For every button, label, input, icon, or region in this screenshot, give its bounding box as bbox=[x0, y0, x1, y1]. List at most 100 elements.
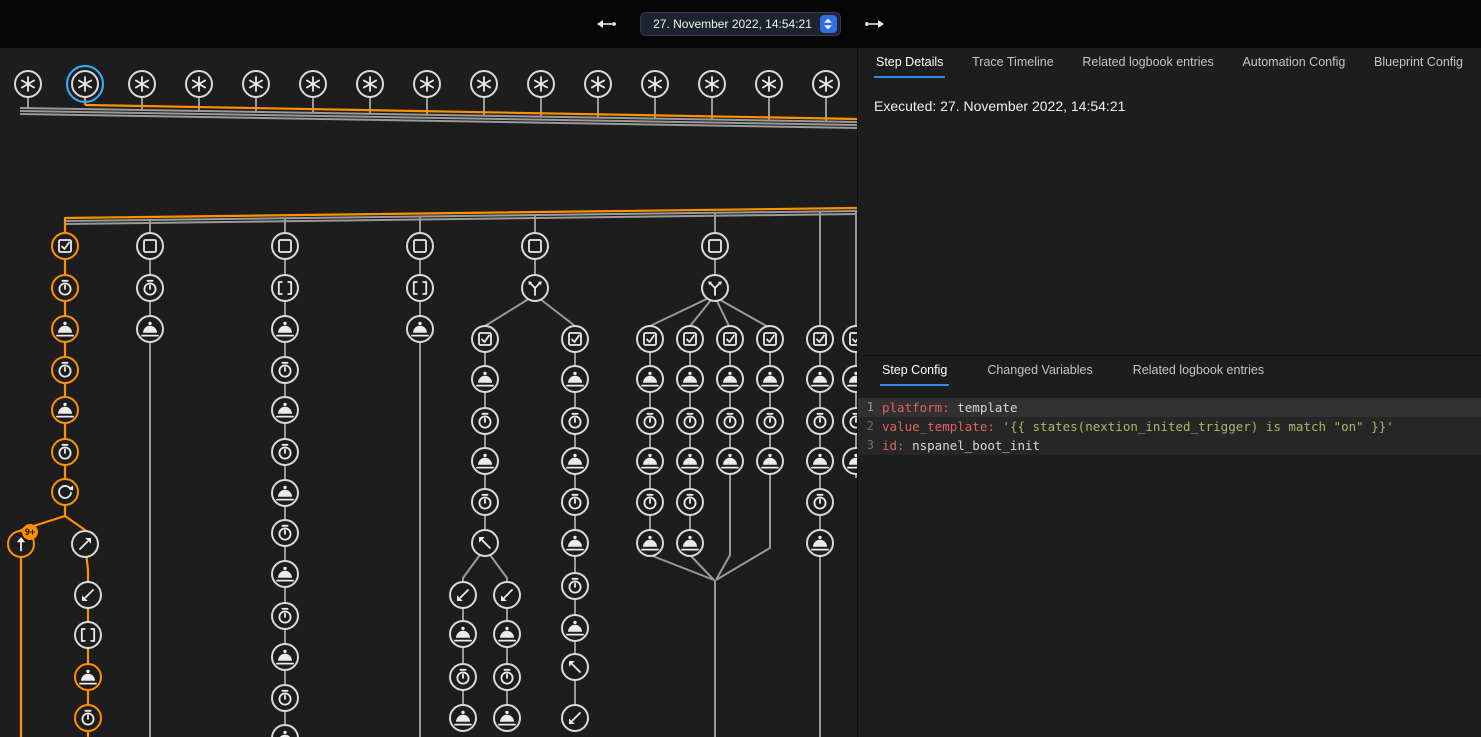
node-service[interactable] bbox=[52, 397, 78, 423]
node-service[interactable] bbox=[717, 366, 743, 392]
node-service[interactable] bbox=[562, 366, 588, 392]
node-checkbox-marked[interactable] bbox=[843, 326, 857, 352]
tab-automation-config[interactable]: Automation Config bbox=[1240, 48, 1347, 78]
node-timer[interactable] bbox=[272, 603, 298, 629]
node-timer[interactable] bbox=[272, 357, 298, 383]
node-timer[interactable] bbox=[757, 408, 783, 434]
node-asterisk[interactable] bbox=[15, 71, 41, 97]
node-timer[interactable] bbox=[562, 489, 588, 515]
node-split[interactable] bbox=[702, 275, 728, 301]
node-service[interactable] bbox=[562, 448, 588, 474]
node-timer[interactable] bbox=[807, 408, 833, 434]
node-timer[interactable] bbox=[494, 664, 520, 690]
trace-selector[interactable]: 27. November 2022, 14:54:21 bbox=[640, 12, 841, 36]
node-arrow-up-left[interactable] bbox=[472, 530, 498, 556]
node-checkbox-marked[interactable] bbox=[52, 233, 78, 259]
tab-related-logbook-entries[interactable]: Related logbook entries bbox=[1131, 356, 1266, 386]
node-timer[interactable] bbox=[137, 275, 163, 301]
node-checkbox-blank[interactable] bbox=[272, 233, 298, 259]
next-trace-button[interactable] bbox=[861, 10, 889, 38]
node-timer[interactable] bbox=[52, 357, 78, 383]
node-service[interactable] bbox=[450, 705, 476, 731]
node-timer[interactable] bbox=[272, 439, 298, 465]
node-asterisk[interactable] bbox=[129, 71, 155, 97]
node-service[interactable] bbox=[272, 480, 298, 506]
node-arrow-up-left[interactable] bbox=[562, 654, 588, 680]
node-service[interactable] bbox=[677, 448, 703, 474]
node-service[interactable] bbox=[637, 530, 663, 556]
node-asterisk[interactable] bbox=[67, 66, 103, 102]
node-service[interactable] bbox=[677, 366, 703, 392]
node-service[interactable] bbox=[272, 725, 298, 737]
node-timer[interactable] bbox=[272, 685, 298, 711]
node-timer[interactable] bbox=[717, 408, 743, 434]
node-checkbox-blank[interactable] bbox=[137, 233, 163, 259]
node-service[interactable] bbox=[807, 366, 833, 392]
node-service[interactable] bbox=[757, 448, 783, 474]
node-checkbox-marked[interactable] bbox=[717, 326, 743, 352]
node-service[interactable] bbox=[494, 621, 520, 647]
node-service[interactable] bbox=[562, 615, 588, 641]
node-asterisk[interactable] bbox=[300, 71, 326, 97]
node-asterisk[interactable] bbox=[414, 71, 440, 97]
node-arrow-down-left[interactable] bbox=[494, 582, 520, 608]
node-checkbox-blank[interactable] bbox=[702, 233, 728, 259]
node-timer[interactable] bbox=[472, 408, 498, 434]
node-service[interactable] bbox=[807, 448, 833, 474]
node-timer[interactable] bbox=[52, 275, 78, 301]
node-arrow-up-right[interactable] bbox=[72, 531, 98, 557]
node-service[interactable] bbox=[52, 316, 78, 342]
node-timer[interactable] bbox=[272, 520, 298, 546]
node-service[interactable] bbox=[472, 448, 498, 474]
node-timer[interactable] bbox=[472, 489, 498, 515]
node-service[interactable] bbox=[637, 366, 663, 392]
code-line-1[interactable]: 1platform: template bbox=[858, 398, 1481, 417]
tab-step-config[interactable]: Step Config bbox=[880, 356, 949, 386]
node-service[interactable] bbox=[757, 366, 783, 392]
node-service[interactable] bbox=[843, 448, 857, 474]
node-timer[interactable] bbox=[637, 489, 663, 515]
node-service[interactable] bbox=[450, 621, 476, 647]
previous-trace-button[interactable] bbox=[592, 10, 620, 38]
node-service[interactable] bbox=[843, 366, 857, 392]
node-brackets[interactable] bbox=[75, 622, 101, 648]
node-arrow-down-left[interactable] bbox=[562, 705, 588, 731]
node-asterisk[interactable] bbox=[756, 71, 782, 97]
code-line-2[interactable]: 2value_template: '{{ states(nextion_init… bbox=[858, 417, 1481, 436]
node-service[interactable] bbox=[75, 664, 101, 690]
node-asterisk[interactable] bbox=[357, 71, 383, 97]
node-checkbox-marked[interactable] bbox=[757, 326, 783, 352]
node-asterisk[interactable] bbox=[585, 71, 611, 97]
node-service[interactable] bbox=[272, 316, 298, 342]
node-timer[interactable] bbox=[677, 489, 703, 515]
node-timer[interactable] bbox=[843, 408, 857, 434]
tab-trace-timeline[interactable]: Trace Timeline bbox=[970, 48, 1056, 78]
node-checkbox-marked[interactable] bbox=[677, 326, 703, 352]
step-config-code[interactable]: 1platform: template2value_template: '{{ … bbox=[858, 398, 1481, 455]
node-arrow-down-left[interactable] bbox=[450, 582, 476, 608]
node-arrow-down-left[interactable] bbox=[75, 582, 101, 608]
node-asterisk[interactable] bbox=[243, 71, 269, 97]
node-service[interactable] bbox=[272, 561, 298, 587]
node-asterisk[interactable] bbox=[642, 71, 668, 97]
node-service[interactable] bbox=[637, 448, 663, 474]
node-asterisk[interactable] bbox=[813, 71, 839, 97]
code-line-3[interactable]: 3id: nspanel_boot_init bbox=[858, 436, 1481, 455]
node-checkbox-marked[interactable] bbox=[472, 326, 498, 352]
node-timer[interactable] bbox=[52, 439, 78, 465]
node-brackets[interactable] bbox=[272, 275, 298, 301]
node-service[interactable] bbox=[407, 316, 433, 342]
node-asterisk[interactable] bbox=[186, 71, 212, 97]
node-service[interactable] bbox=[677, 530, 703, 556]
node-timer[interactable] bbox=[562, 408, 588, 434]
tab-changed-variables[interactable]: Changed Variables bbox=[985, 356, 1094, 386]
node-service[interactable] bbox=[717, 448, 743, 474]
node-refresh[interactable] bbox=[52, 479, 78, 505]
node-checkbox-blank[interactable] bbox=[407, 233, 433, 259]
node-service[interactable] bbox=[137, 316, 163, 342]
node-service[interactable] bbox=[472, 366, 498, 392]
tab-related-logbook-entries[interactable]: Related logbook entries bbox=[1080, 48, 1215, 78]
node-timer[interactable] bbox=[562, 573, 588, 599]
node-timer[interactable] bbox=[450, 664, 476, 690]
node-service[interactable] bbox=[562, 530, 588, 556]
